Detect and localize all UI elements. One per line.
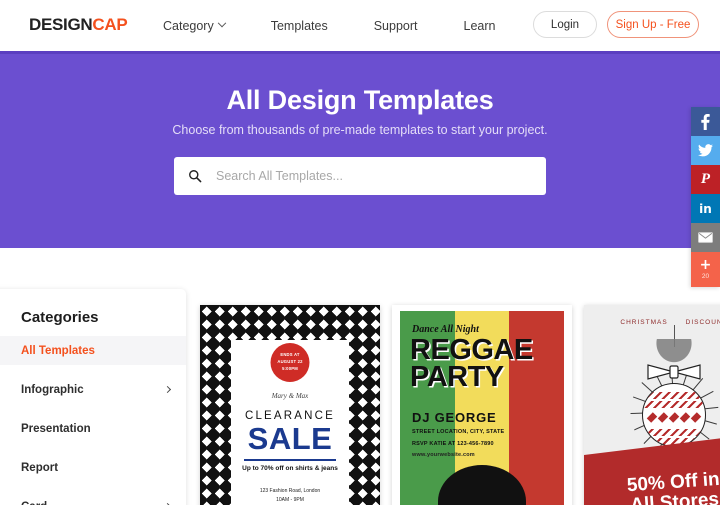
chevron-right-icon [163,385,172,394]
page-root: DESIGNCAP Category Templates Support Lea… [0,0,720,505]
sidebar-item-infographic[interactable]: Infographic [0,375,186,404]
sidebar-item-all-templates[interactable]: All Templates [0,336,186,365]
sidebar-item-label: All Templates [21,344,95,357]
address-block: 123 Fashion Road, London 10AM - 9PM [200,487,380,505]
social-share-rail: P in + 20 [691,107,720,287]
sidebar-item-card[interactable]: Card [0,492,186,505]
poster-title-line-2: PARTY [410,360,504,393]
signup-button[interactable]: Sign Up - Free [607,11,699,38]
twitter-icon[interactable] [691,136,720,165]
nav-item-category[interactable]: Category [140,0,248,51]
main-nav: Category Templates Support Learn [140,0,518,51]
template-card-clearance-sale[interactable]: ENDS AT AUGUST 22 5:00PM Mary & Max CLEA… [200,305,380,505]
login-button[interactable]: Login [533,11,597,38]
sale-heading: SALE [247,421,333,456]
ornament-diamonds [643,410,705,424]
ribbon-bow [644,363,704,381]
event-website: www.yourwebsite.com [412,452,475,459]
divider [244,459,336,461]
badge-line-3: 5:00PM [282,365,298,371]
ends-at-badge: ENDS AT AUGUST 22 5:00PM [270,343,310,382]
template-grid: ENDS AT AUGUST 22 5:00PM Mary & Max CLEA… [200,305,720,505]
hero-banner: All Design Templates Choose from thousan… [0,51,720,248]
pinterest-icon[interactable]: P [691,165,720,194]
sidebar-item-label: Infographic [21,383,84,396]
search-bar[interactable] [174,157,546,195]
sidebar-item-presentation[interactable]: Presentation [0,414,186,443]
nav-item-learn-label: Learn [463,18,496,33]
badge-line-2: AUGUST 22 [277,359,303,365]
template-card-reggae-party[interactable]: Dance All Night REGGAE PARTY DJ GEORGE S… [392,305,572,505]
share-count: 20 [701,273,710,281]
content-area: Categories All Templates Infographic Pre… [0,248,720,505]
label-discount: DISCOUNT [685,319,720,326]
sidebar-item-label: Report [21,461,59,474]
sidebar-item-report[interactable]: Report [0,453,186,482]
offer-text: Up to 70% off on shirts & jeans [242,465,338,472]
logo-design-text: DESIGN [29,15,93,34]
nav-item-category-label: Category [163,18,214,33]
sidebar-item-label: Card [21,501,47,505]
site-header: DESIGNCAP Category Templates Support Lea… [0,0,720,51]
nav-item-templates[interactable]: Templates [248,0,351,51]
poster-title: REGGAE PARTY [410,334,533,393]
categories-sidebar: Categories All Templates Infographic Pre… [0,289,186,505]
template-card-christmas-discount[interactable]: CHRISTMAS DISCOUNT [584,305,720,505]
sidebar-title: Categories [21,309,99,326]
logo-cap-text: CAP [92,15,128,34]
christmas-ornament [642,383,706,447]
chevron-down-icon [217,18,226,27]
auth-actions: Login Sign Up - Free [533,11,699,38]
christmas-labels: CHRISTMAS DISCOUNT [584,319,720,326]
search-icon [174,169,216,183]
email-icon[interactable] [691,223,720,252]
nav-item-learn[interactable]: Learn [441,0,519,51]
dj-name: DJ GEORGE [412,410,497,425]
linkedin-icon[interactable]: in [691,194,720,223]
nav-item-support[interactable]: Support [351,0,441,51]
hours-line: 10AM - 9PM [276,497,304,503]
nav-item-support-label: Support [373,18,418,33]
facebook-icon[interactable] [691,107,720,136]
share-more-button[interactable]: + 20 [691,252,720,287]
badge-line-1: ENDS AT [280,352,300,358]
plus-icon: + [699,257,712,274]
poster-title-line-1: REGGAE [410,334,533,366]
address-line: 123 Fashion Road, London [259,488,321,494]
search-input[interactable] [216,158,546,194]
couple-name: Mary & Max [271,392,309,400]
event-rsvp: RSVP KATIE AT 123-456-7890 [412,440,494,447]
event-location: STREET LOCATION, CITY, STATE [412,429,505,435]
event-details: STREET LOCATION, CITY, STATE RSVP KATIE … [412,427,504,462]
label-christmas: CHRISTMAS [620,319,668,326]
page-title: All Design Templates [226,85,494,115]
hero-subtitle: Choose from thousands of pre-made templa… [172,123,548,137]
site-logo[interactable]: DESIGNCAP [29,15,128,35]
nav-item-templates-label: Templates [270,18,328,33]
sidebar-item-label: Presentation [21,422,91,435]
